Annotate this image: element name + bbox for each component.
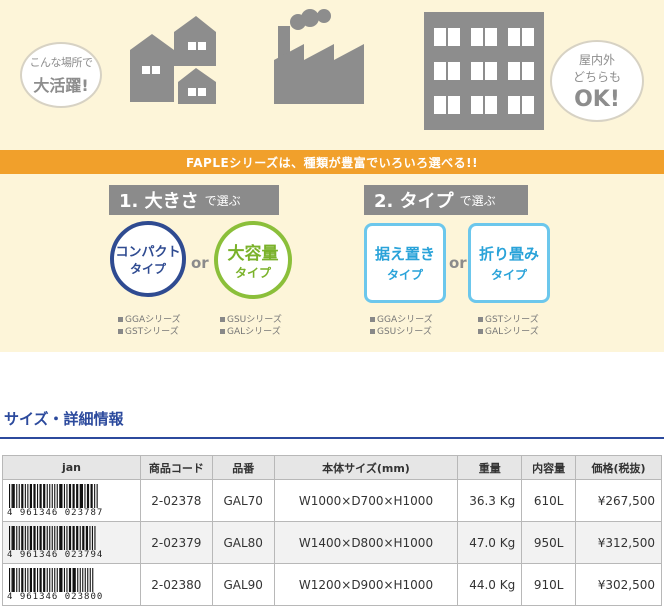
series-item: GSTシリーズ — [125, 327, 179, 337]
table-row: 4 961346 023794 2-02379 GAL80 W1400×D800… — [2, 521, 662, 564]
size-cell: W1200×D900×H1000 — [273, 563, 459, 606]
stationary-label: 据え置き — [374, 245, 435, 263]
part-number-cell: GAL70 — [211, 479, 275, 522]
bubble-right-line3: OK! — [574, 86, 620, 112]
folding-type-badge: 折り畳み タイプ — [468, 223, 550, 303]
houses-icon — [130, 16, 216, 104]
spec-table: jan 商品コード 品番 本体サイズ(mm) 重量 内容量 価格(税抜) 4 9… — [2, 455, 662, 606]
select-type-number: 2. タイプ — [374, 191, 454, 212]
stationary-type-label: タイプ — [386, 268, 423, 282]
stationary-series-list: GGAシリーズ GSUシリーズ — [370, 314, 433, 338]
folding-series-list: GSTシリーズ GALシリーズ — [478, 314, 539, 338]
header-price: 価格(税抜) — [575, 455, 662, 480]
jan-cell: 4 961346 023794 — [2, 521, 141, 564]
bubble-left-line1: こんな場所で — [29, 56, 94, 69]
series-item: GSTシリーズ — [485, 315, 539, 325]
folding-label: 折り畳み — [478, 245, 539, 263]
compact-type-label: タイプ — [129, 262, 166, 276]
weight-cell: 44.0 Kg — [457, 563, 523, 606]
factory-icon — [274, 9, 364, 104]
select-size-number: 1. 大きさ — [119, 191, 199, 212]
product-code-cell: 2-02378 — [139, 479, 213, 522]
header-jan: jan — [2, 455, 141, 480]
or-label-size: or — [191, 254, 209, 272]
header-part: 品番 — [211, 455, 275, 480]
table-row: 4 961346 023787 2-02378 GAL70 W1000×D700… — [2, 479, 662, 522]
header-code: 商品コード — [139, 455, 213, 480]
table-header-row: jan 商品コード 品番 本体サイズ(mm) 重量 内容量 価格(税抜) — [2, 455, 662, 480]
part-number-cell: GAL80 — [211, 521, 275, 564]
large-capacity-type-badge: 大容量 タイプ — [214, 221, 292, 299]
speech-bubble-right: 屋内外 どちらも OK! — [550, 40, 644, 122]
bubble-right-line1: 屋内外 — [578, 52, 615, 67]
stationary-type-badge: 据え置き タイプ — [364, 223, 446, 303]
apartment-building-icon — [424, 12, 544, 130]
barcode-image — [9, 567, 94, 592]
select-by-size-heading: 1. 大きさ で選ぶ — [109, 185, 279, 215]
price-cell: ¥312,500 — [575, 521, 662, 564]
compact-label: コンパクト — [115, 245, 181, 260]
section-divider — [0, 437, 664, 439]
series-item: GSUシリーズ — [227, 315, 282, 325]
weight-cell: 47.0 Kg — [457, 521, 523, 564]
header-size: 本体サイズ(mm) — [273, 455, 459, 480]
folding-type-label: タイプ — [490, 268, 527, 282]
jan-number: 4 961346 023794 — [7, 549, 104, 560]
header-capacity: 内容量 — [521, 455, 577, 480]
jan-number: 4 961346 023800 — [7, 591, 104, 602]
series-item: GGAシリーズ — [125, 315, 181, 325]
select-type-sub: で選ぶ — [459, 193, 496, 208]
capacity-cell: 910L — [521, 563, 577, 606]
barcode-image — [9, 525, 96, 550]
large-series-list: GSUシリーズ GALシリーズ — [220, 314, 282, 338]
header-weight: 重量 — [457, 455, 523, 480]
series-intro-bar: FAPLEシリーズは、種類が豊富でいろいろ選べる!! — [0, 150, 664, 174]
select-size-sub: で選ぶ — [204, 193, 241, 208]
product-code-cell: 2-02380 — [139, 563, 213, 606]
speech-bubble-left: こんな場所で 大活躍! — [20, 42, 102, 108]
series-item: GGAシリーズ — [377, 315, 433, 325]
jan-cell: 4 961346 023800 — [2, 563, 141, 606]
weight-cell: 36.3 Kg — [457, 479, 523, 522]
barcode-image — [9, 483, 98, 508]
jan-cell: 4 961346 023787 — [2, 479, 141, 522]
bubble-left-line2: 大活躍! — [33, 76, 89, 95]
compact-series-list: GGAシリーズ GSTシリーズ — [118, 314, 181, 338]
large-capacity-type-label: タイプ — [234, 266, 271, 280]
series-item: GSUシリーズ — [377, 327, 432, 337]
size-cell: W1400×D800×H1000 — [273, 521, 459, 564]
select-by-type-heading: 2. タイプ で選ぶ — [364, 185, 528, 215]
capacity-cell: 950L — [521, 521, 577, 564]
part-number-cell: GAL90 — [211, 563, 275, 606]
compact-type-badge: コンパクト タイプ — [110, 221, 186, 297]
table-row: 4 961346 023800 2-02380 GAL90 W1200×D900… — [2, 563, 662, 606]
price-cell: ¥302,500 — [575, 563, 662, 606]
size-cell: W1000×D700×H1000 — [273, 479, 459, 522]
or-label-type: or — [449, 254, 467, 272]
price-cell: ¥267,500 — [575, 479, 662, 522]
capacity-cell: 610L — [521, 479, 577, 522]
section-title: サイズ・詳細情報 — [4, 410, 124, 428]
series-item: GALシリーズ — [485, 327, 539, 337]
product-code-cell: 2-02379 — [139, 521, 213, 564]
series-item: GALシリーズ — [227, 327, 281, 337]
bubble-right-line2: どちらも — [572, 69, 621, 84]
product-banner: こんな場所で 大活躍! 屋内外 どちらも OK! FAPLEシリーズは、種類が豊… — [0, 0, 664, 352]
jan-number: 4 961346 023787 — [7, 507, 104, 518]
large-capacity-label: 大容量 — [227, 244, 279, 264]
